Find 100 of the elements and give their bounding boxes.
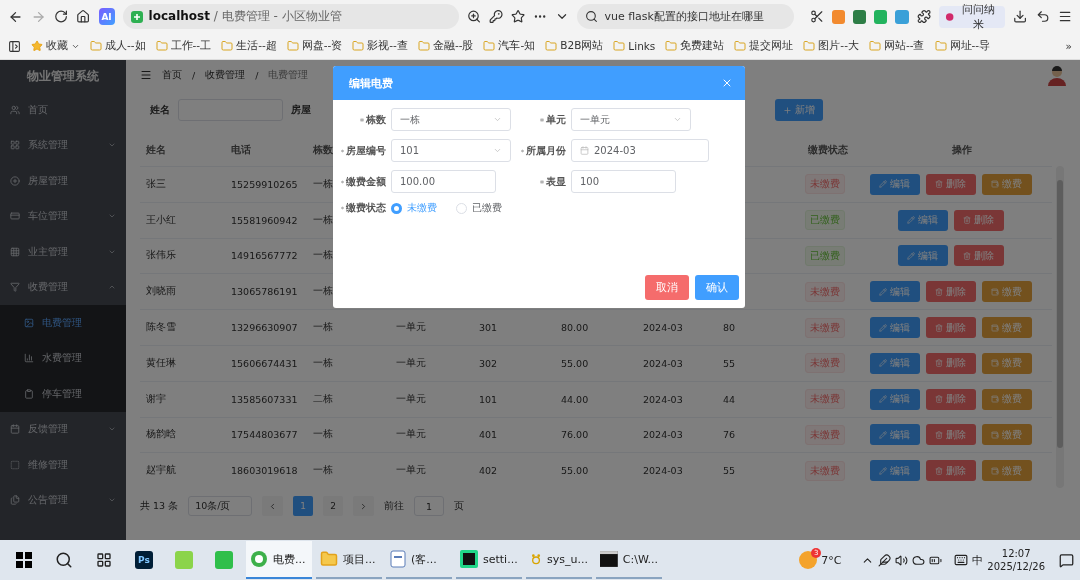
table-cell: 302 bbox=[479, 357, 498, 369]
close-icon[interactable] bbox=[721, 77, 733, 89]
input-method[interactable]: 中 bbox=[972, 552, 984, 568]
assistant-button[interactable]: 问问纳米 bbox=[938, 5, 1006, 28]
table-cell: 76 bbox=[723, 429, 736, 441]
more-bookmarks-button[interactable]: » bbox=[1065, 40, 1072, 52]
table-cell: 杨韵晗 bbox=[146, 428, 176, 442]
taskbar-app[interactable]: sys_u... bbox=[526, 541, 592, 579]
date-field[interactable]: 2024-03 bbox=[571, 139, 709, 162]
photoshop-icon[interactable]: Ps bbox=[135, 551, 153, 569]
radio-option[interactable]: 已缴费 bbox=[456, 201, 502, 215]
bookmark-folder[interactable]: 网盘--资 bbox=[286, 39, 343, 53]
bookmark-folder[interactable]: B2B网站 bbox=[545, 39, 604, 53]
reload-icon[interactable] bbox=[54, 9, 69, 24]
table-cell: 401 bbox=[479, 429, 498, 441]
address-bar[interactable]: localhost / 电费管理 - 小区物业管 bbox=[122, 4, 459, 29]
select-field[interactable]: 一单元 bbox=[571, 108, 691, 131]
status-tag: 未缴费 bbox=[805, 389, 845, 410]
input-field[interactable]: 100.00 bbox=[391, 170, 496, 193]
bookmark-folder[interactable]: Links bbox=[613, 40, 656, 52]
table-cell: 80.00 bbox=[561, 322, 589, 334]
table-cell: 张伟乐 bbox=[146, 249, 176, 263]
bookmark-folder[interactable]: 工作--工 bbox=[155, 39, 212, 53]
key-icon[interactable] bbox=[488, 9, 503, 24]
dialog-title: 编辑电费 bbox=[349, 75, 393, 91]
pencil-icon bbox=[879, 287, 887, 296]
table-cell: 2024-03 bbox=[643, 429, 683, 441]
star-icon[interactable] bbox=[510, 9, 526, 24]
avatar-icon[interactable] bbox=[1046, 64, 1068, 86]
calendar-icon bbox=[10, 424, 20, 435]
cloud-icon[interactable] bbox=[912, 553, 926, 567]
bookmark-folder[interactable]: 网站--查 bbox=[868, 39, 925, 53]
select-field[interactable]: 101 bbox=[391, 139, 511, 162]
pencil-icon bbox=[879, 359, 887, 368]
taskbar-app[interactable]: setti... bbox=[456, 541, 522, 579]
zoom-icon[interactable] bbox=[466, 9, 481, 24]
bookmark-folder[interactable]: 收藏 bbox=[31, 39, 80, 53]
undo-icon[interactable] bbox=[1035, 9, 1050, 24]
table-cell: 55 bbox=[723, 465, 736, 477]
keyboard-icon[interactable] bbox=[954, 553, 969, 567]
bookmark-folder[interactable]: 提交网址 bbox=[734, 39, 794, 53]
table-cell: 15259910265 bbox=[231, 178, 298, 190]
input-field[interactable]: 100 bbox=[571, 170, 676, 193]
table-cell: 55.00 bbox=[561, 465, 589, 477]
taskbar-app[interactable]: (客... bbox=[386, 541, 452, 579]
bookmark-folder[interactable]: 图片--大 bbox=[803, 39, 859, 53]
select-field[interactable]: 一栋 bbox=[391, 108, 511, 131]
field-label: 栋数 bbox=[341, 112, 386, 127]
notification-icon[interactable] bbox=[1059, 552, 1074, 568]
bookmark-folder[interactable]: 免费建站 bbox=[665, 39, 725, 53]
page-size-select[interactable]: 10条/页 bbox=[188, 496, 253, 517]
bookmark-folder[interactable]: 影视--查 bbox=[352, 39, 408, 53]
pencil-icon bbox=[879, 323, 887, 332]
volume-icon[interactable] bbox=[895, 553, 909, 567]
pencil-icon bbox=[879, 395, 887, 404]
puzzle-icon[interactable] bbox=[916, 9, 931, 24]
trash-icon bbox=[935, 359, 943, 368]
scrollbar[interactable] bbox=[1056, 166, 1064, 489]
scissors-icon[interactable] bbox=[809, 9, 824, 24]
bookmark-folder[interactable]: 生活--超 bbox=[221, 39, 277, 53]
folder-icon bbox=[665, 40, 678, 52]
folder-icon bbox=[352, 40, 365, 52]
field-label: 姓名 bbox=[150, 103, 170, 117]
field-label: 缴费状态 bbox=[341, 201, 386, 215]
clock[interactable]: 12:07 2025/12/26 bbox=[987, 547, 1045, 573]
breadcrumb-link[interactable]: 收费管理 bbox=[205, 68, 246, 82]
folder-icon bbox=[90, 40, 102, 52]
files-icon bbox=[10, 495, 20, 506]
menu-icon[interactable] bbox=[1057, 9, 1072, 24]
status-tag: 未缴费 bbox=[805, 353, 845, 374]
bookmark-folder[interactable]: 金融--股 bbox=[417, 39, 474, 53]
bookmark-folder[interactable]: 成人--如 bbox=[90, 39, 146, 53]
taskbar-app[interactable]: C:\W... bbox=[596, 541, 662, 579]
page-button[interactable]: 2 bbox=[323, 496, 344, 517]
extension-icon[interactable] bbox=[895, 9, 909, 24]
extension-icon[interactable] bbox=[852, 9, 867, 24]
ai-button[interactable]: AI bbox=[98, 8, 115, 25]
column-header: 电话 bbox=[231, 143, 251, 157]
taskbar-app[interactable]: 电费... bbox=[246, 541, 312, 579]
chevron-icon bbox=[673, 115, 682, 124]
folder-icon bbox=[868, 40, 881, 52]
taskbar-app[interactable]: 项目... bbox=[316, 541, 382, 579]
pencil-icon bbox=[907, 216, 915, 225]
home-icon[interactable] bbox=[76, 9, 91, 24]
folder-icon bbox=[734, 40, 747, 52]
sidebar-toggle-icon[interactable] bbox=[8, 39, 21, 53]
breadcrumb-link[interactable]: 首页 bbox=[162, 68, 182, 82]
table-cell: 301 bbox=[479, 322, 498, 334]
picture-icon bbox=[24, 317, 34, 328]
status-tag: 未缴费 bbox=[805, 281, 845, 302]
table-cell: 13065786191 bbox=[231, 286, 298, 298]
search-field[interactable]: vue flask配置的接口地址在哪里 bbox=[577, 4, 794, 29]
page-input[interactable]: 1 bbox=[414, 496, 445, 517]
feather-icon[interactable] bbox=[878, 553, 892, 567]
bookmark-folder[interactable]: 网址--导 bbox=[934, 39, 991, 53]
download-icon[interactable] bbox=[1013, 9, 1028, 24]
ide-icon bbox=[460, 550, 478, 568]
trash-icon bbox=[963, 216, 971, 225]
bookmark-folder[interactable]: 汽车-知 bbox=[483, 39, 536, 53]
pencil-icon bbox=[907, 252, 915, 260]
